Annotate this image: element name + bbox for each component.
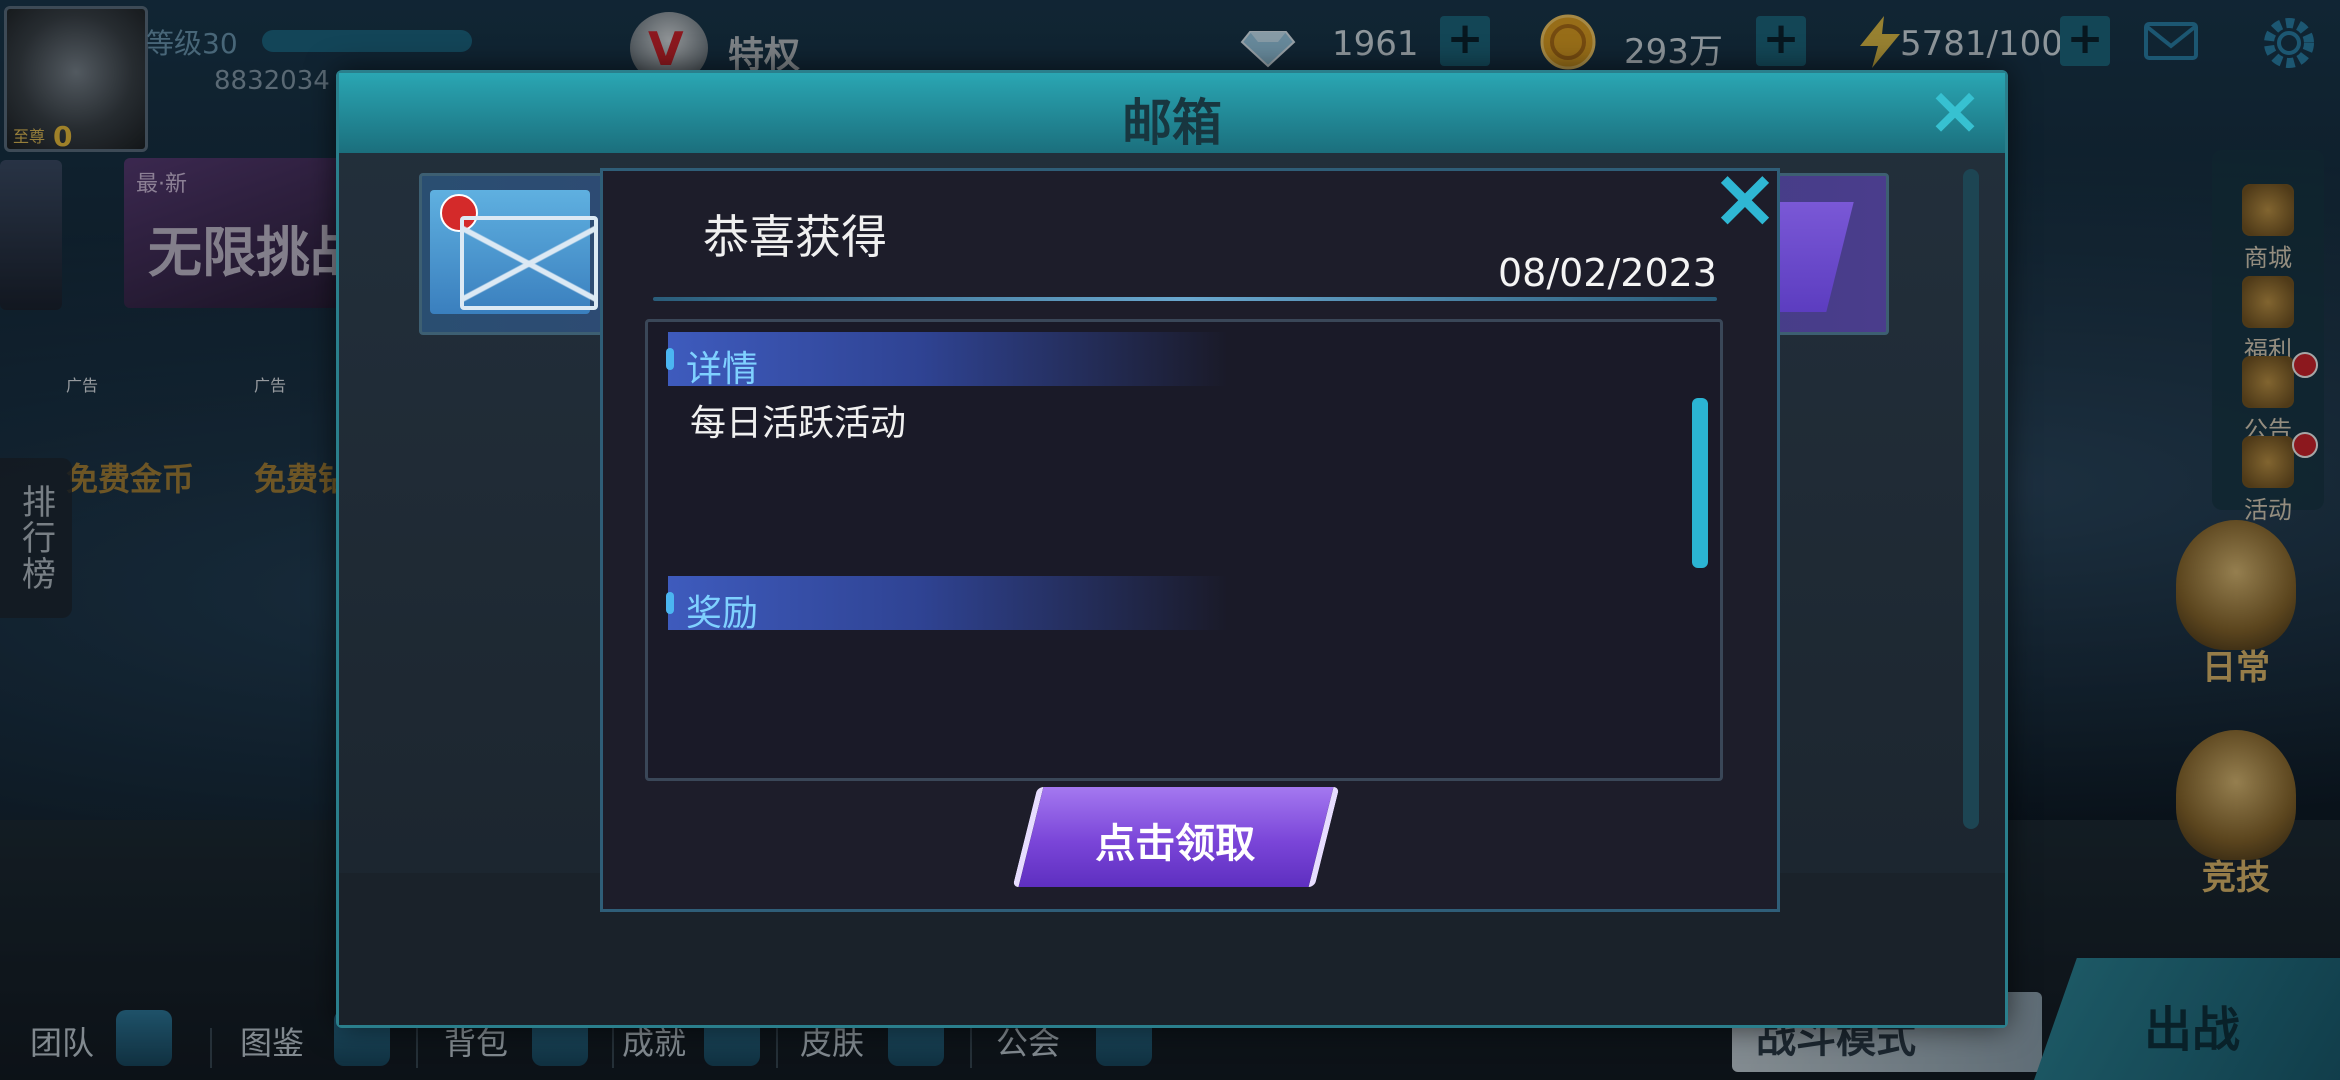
details-header: 详情 — [666, 332, 1228, 390]
dialog-close-icon[interactable]: × — [1707, 158, 1783, 240]
mailbox-close-icon[interactable]: × — [1925, 78, 1985, 144]
section-marker — [666, 348, 674, 370]
details-text: 每日活跃活动 — [690, 403, 907, 444]
details-header-label: 详情 — [686, 349, 759, 390]
section-marker — [666, 592, 674, 614]
dialog-content: 详情 每日活跃活动 奖励 — [645, 319, 1723, 781]
reward-header: 奖励 — [666, 576, 1228, 634]
envelope-icon — [430, 190, 598, 314]
reward-dialog: 恭喜获得 × 08/02/2023 详情 每日活跃活动 奖励 点击领取 — [600, 158, 1780, 912]
reward-header-label: 奖励 — [686, 593, 759, 634]
dialog-title: 恭喜获得 — [703, 210, 887, 264]
title-divider — [653, 297, 1717, 301]
mailbox-title: 邮箱 — [1122, 94, 1222, 152]
content-scrollbar[interactable] — [1692, 398, 1708, 568]
claim-button-label: 点击领取 — [1095, 821, 1256, 867]
mail-date: 08/02/2023 — [1497, 251, 1717, 295]
mailbox-header: 邮箱 × — [339, 73, 2005, 153]
mailbox-scrollbar[interactable] — [1963, 169, 1979, 829]
claim-button[interactable]: 点击领取 — [1012, 787, 1340, 887]
